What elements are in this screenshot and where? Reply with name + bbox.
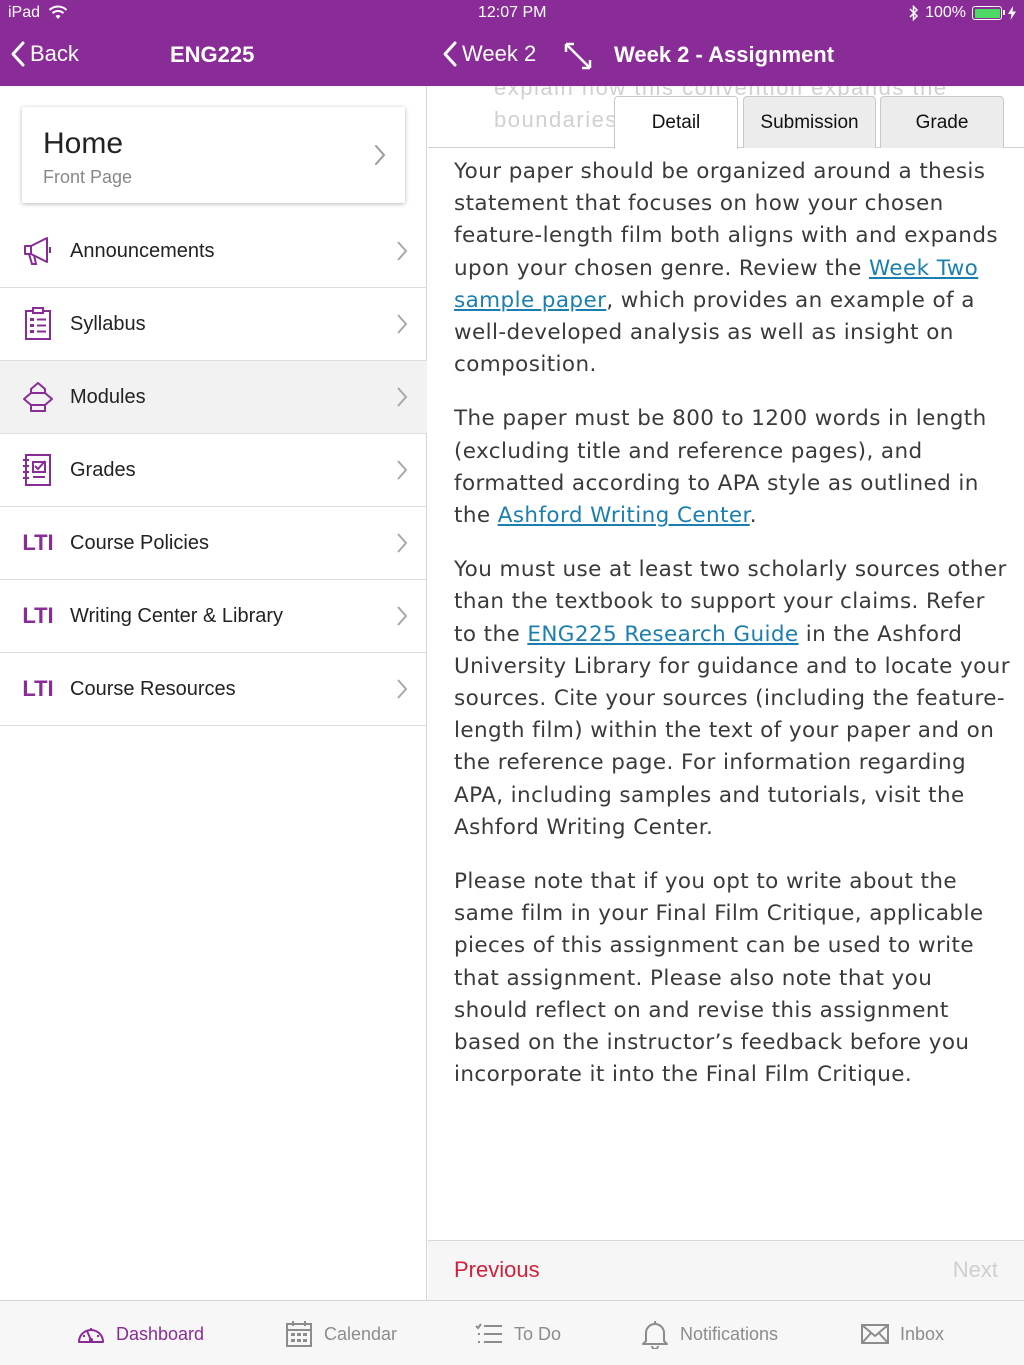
syllabus-icon: [20, 306, 56, 342]
previous-button[interactable]: Previous: [454, 1257, 540, 1283]
back-button[interactable]: Back: [10, 40, 79, 68]
tab-label: Notifications: [680, 1323, 779, 1344]
lti-icon: LTI: [22, 603, 54, 628]
bluetooth-icon: [909, 5, 919, 21]
top-bar: iPad 12:07 PM 100% Back ENG225 Week 2 We…: [0, 0, 1024, 86]
modules-icon: [20, 379, 56, 415]
chevron-left-icon: [11, 41, 25, 67]
charging-icon: [1008, 6, 1016, 20]
bottom-tab-bar: Dashboard Calendar To Do Notifications I…: [0, 1300, 1024, 1365]
chevron-right-icon: [397, 314, 408, 334]
sidebar-item-label: Writing Center & Library: [70, 604, 284, 627]
chevron-right-icon: [397, 606, 408, 626]
megaphone-icon: [20, 233, 56, 269]
tab-notifications[interactable]: Notifications: [640, 1319, 778, 1349]
chevron-right-icon: [397, 679, 408, 699]
battery-icon: [972, 6, 1005, 20]
wifi-icon: [48, 5, 68, 19]
sidebar-item-label: Announcements: [70, 239, 215, 262]
assignment-detail-pane: explain how this convention expands the …: [428, 86, 1024, 1300]
assignment-paragraph: The paper must be 800 to 1200 words in l…: [454, 406, 987, 529]
sidebar-item-label: Modules: [70, 385, 146, 408]
pager-bar: Previous Next: [428, 1240, 1024, 1300]
assignment-body: Your paper should be organized around a …: [454, 156, 1010, 1113]
sidebar-item-syllabus[interactable]: Syllabus: [0, 288, 427, 361]
tab-grade[interactable]: Grade: [880, 96, 1004, 148]
detail-title: Week 2 - Assignment: [614, 42, 835, 67]
lti-icon: LTI: [22, 676, 54, 701]
chevron-right-icon: [375, 145, 386, 165]
back-label: Back: [30, 41, 79, 66]
chevron-right-icon: [397, 241, 408, 261]
sidebar-item-writing-center[interactable]: LTI Writing Center & Library: [0, 580, 427, 653]
bell-icon: [642, 1321, 668, 1349]
calendar-icon: [286, 1321, 312, 1347]
course-title: ENG225: [170, 42, 255, 67]
week-back-button[interactable]: Week 2: [442, 40, 536, 68]
assignment-paragraph: You must use at least two scholarly sour…: [454, 557, 1010, 840]
status-left: iPad: [8, 4, 68, 22]
chevron-right-icon: [397, 460, 408, 480]
next-button[interactable]: Next: [953, 1257, 998, 1283]
status-time: 12:07 PM: [478, 4, 547, 21]
tab-calendar[interactable]: Calendar: [284, 1319, 397, 1349]
chevron-right-icon: [397, 387, 408, 407]
research-guide-link[interactable]: ENG225 Research Guide: [527, 622, 798, 647]
tab-label: Dashboard: [116, 1323, 205, 1344]
tab-dashboard[interactable]: Dashboard: [76, 1319, 204, 1349]
dashboard-icon: [78, 1328, 104, 1343]
home-title: Home: [43, 127, 124, 160]
tab-todo[interactable]: To Do: [474, 1319, 561, 1349]
assignment-paragraph: Please note that if you opt to write abo…: [454, 869, 984, 1088]
assignment-paragraph: Your paper should be organized around a …: [454, 159, 998, 378]
sidebar-item-course-resources[interactable]: LTI Course Resources: [0, 653, 427, 726]
detail-tab-bar: Detail Submission Grade: [428, 86, 1024, 149]
chevron-right-icon: [397, 533, 408, 553]
tab-submission[interactable]: Submission: [743, 96, 876, 148]
tab-inbox[interactable]: Inbox: [860, 1319, 944, 1349]
status-right: 100%: [909, 4, 1016, 22]
week-back-label: Week 2: [462, 41, 537, 66]
todo-icon: [475, 1323, 502, 1343]
course-nav-list: Announcements Syllabus Modules Grades LT…: [0, 215, 427, 726]
home-card[interactable]: Home Front Page: [22, 107, 405, 203]
tab-detail[interactable]: Detail: [614, 96, 738, 149]
inbox-icon: [861, 1324, 889, 1344]
tab-label: Calendar: [324, 1323, 398, 1344]
sidebar-item-course-policies[interactable]: LTI Course Policies: [0, 507, 427, 580]
tab-label: To Do: [514, 1323, 562, 1344]
expand-icon[interactable]: [562, 40, 594, 72]
sidebar-item-grades[interactable]: Grades: [0, 434, 427, 507]
sidebar-item-label: Course Resources: [70, 677, 236, 700]
grades-icon: [20, 452, 56, 488]
battery-percent: 100%: [925, 4, 966, 21]
lti-icon: LTI: [22, 530, 54, 555]
chevron-left-icon: [443, 41, 457, 67]
course-sidebar: Home Front Page Announcements Syllabus M…: [0, 86, 427, 1300]
device-label: iPad: [8, 4, 41, 21]
sidebar-item-announcements[interactable]: Announcements: [0, 215, 427, 288]
sidebar-item-label: Course Policies: [70, 531, 209, 554]
tab-label: Inbox: [900, 1323, 945, 1344]
ashford-writing-center-link[interactable]: Ashford Writing Center: [498, 503, 750, 528]
sidebar-item-label: Syllabus: [70, 312, 146, 335]
sidebar-item-label: Grades: [70, 458, 136, 481]
sidebar-item-modules[interactable]: Modules: [0, 361, 427, 434]
home-subtitle: Front Page: [43, 167, 133, 187]
